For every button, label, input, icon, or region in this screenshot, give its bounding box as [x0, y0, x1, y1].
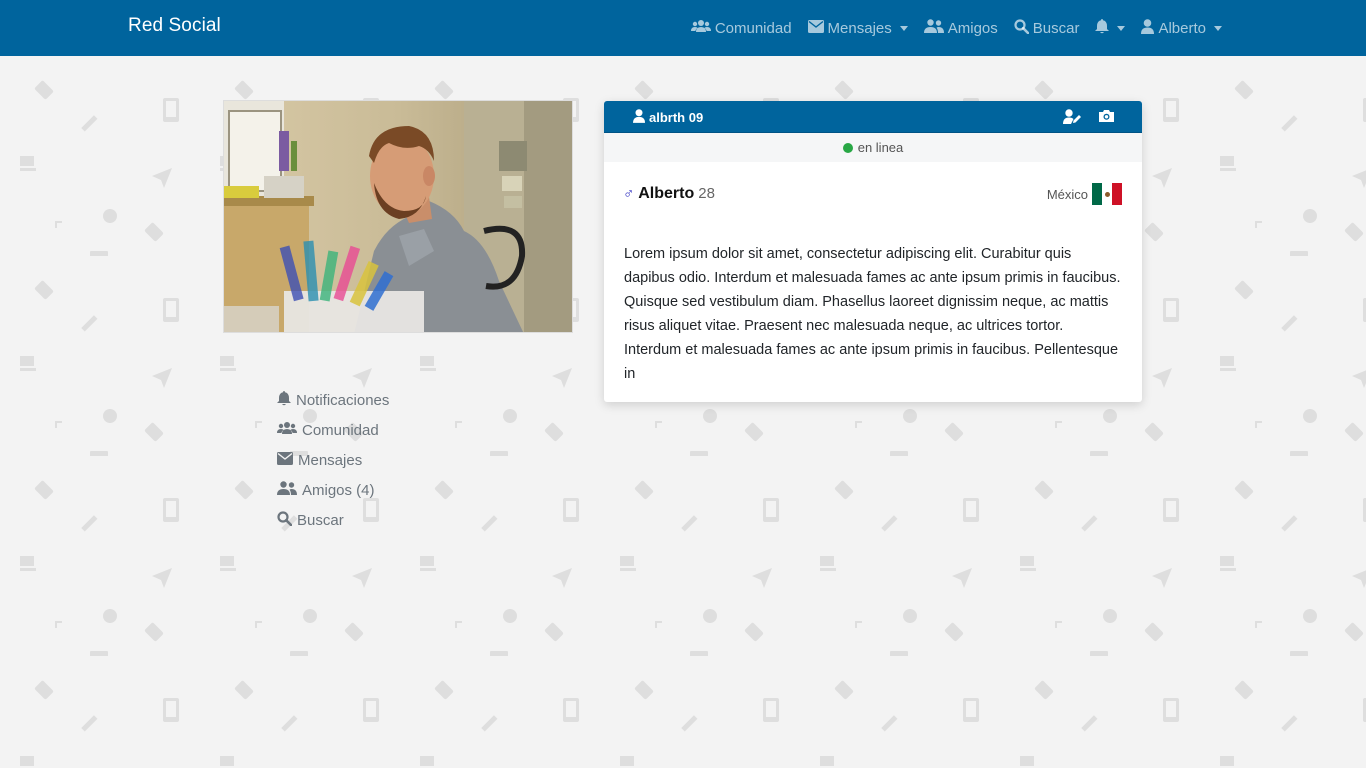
envelope-icon [807, 19, 824, 37]
side-item-notificaciones[interactable]: Notificaciones [277, 385, 389, 415]
nav-comunidad[interactable]: Comunidad [683, 0, 800, 56]
user-friends-icon [923, 19, 944, 37]
search-icon [1014, 18, 1030, 38]
nav-mensajes-label: Mensajes [827, 19, 892, 37]
search-icon [277, 510, 293, 530]
users-icon [277, 421, 297, 439]
profile-name-row: ♂ Alberto 28 México [604, 162, 1142, 222]
username-text: albrth 09 [649, 110, 704, 125]
side-item-mensajes[interactable]: Mensajes [277, 445, 389, 475]
profile-card: albrth 09 en linea ♂ Alberto 28 México L… [604, 101, 1142, 402]
online-status: en linea [604, 133, 1142, 162]
bell-icon [1095, 18, 1110, 38]
user-icon [633, 109, 645, 126]
profile-actions [1063, 109, 1114, 124]
nav-comunidad-label: Comunidad [714, 19, 792, 37]
profile-country: México [1047, 183, 1122, 205]
brand-logo[interactable]: Red Social [128, 15, 221, 37]
bell-icon [277, 390, 291, 410]
chevron-down-icon [1117, 25, 1126, 31]
nav-amigos[interactable]: Amigos [916, 0, 1006, 56]
nav-mensajes[interactable]: Mensajes [800, 0, 916, 56]
profile-username: albrth 09 [633, 109, 703, 126]
side-item-label: Buscar [297, 511, 344, 529]
nav-buscar-label: Buscar [1032, 19, 1080, 37]
side-item-label: Notificaciones [296, 391, 390, 409]
profile-name-block: ♂ Alberto 28 [623, 185, 715, 203]
side-item-label: Amigos (4) [302, 481, 375, 499]
chevron-down-icon [1214, 25, 1222, 31]
top-navbar: Red Social Comunidad Mensajes Amigos Bus… [0, 0, 1366, 56]
country-name: México [1046, 186, 1088, 202]
mexico-flag-icon [1092, 183, 1122, 205]
male-icon: ♂ [623, 185, 635, 202]
nav-user-label: Alberto [1158, 19, 1206, 37]
side-item-amigos[interactable]: Amigos (4) [277, 475, 389, 505]
nav-items: Comunidad Mensajes Amigos Buscar Alberto [683, 0, 1230, 56]
profile-name: Alberto [638, 185, 695, 202]
profile-card-header: albrth 09 [604, 101, 1142, 133]
nav-buscar[interactable]: Buscar [1006, 0, 1088, 56]
nav-user-menu[interactable]: Alberto [1133, 0, 1230, 56]
nav-notifications[interactable] [1087, 0, 1133, 56]
envelope-icon [277, 451, 293, 469]
chevron-down-icon [899, 25, 908, 31]
side-item-comunidad[interactable]: Comunidad [277, 415, 389, 445]
side-menu: Notificaciones Comunidad Mensajes Amigos… [277, 385, 389, 535]
nav-amigos-label: Amigos [947, 19, 998, 37]
user-friends-icon [277, 481, 297, 499]
side-item-label: Mensajes [298, 451, 363, 469]
online-dot-icon [842, 142, 853, 153]
side-item-buscar[interactable]: Buscar [277, 505, 389, 535]
camera-icon[interactable] [1099, 109, 1114, 124]
edit-profile-icon[interactable] [1063, 109, 1081, 124]
user-icon [1141, 18, 1155, 38]
profile-age: 28 [698, 185, 715, 202]
users-icon [690, 19, 711, 37]
side-item-label: Comunidad [302, 421, 379, 439]
profile-photo [223, 100, 573, 333]
profile-bio: Lorem ipsum dolor sit amet, consectetur … [624, 246, 1121, 382]
status-text: en linea [857, 140, 904, 155]
